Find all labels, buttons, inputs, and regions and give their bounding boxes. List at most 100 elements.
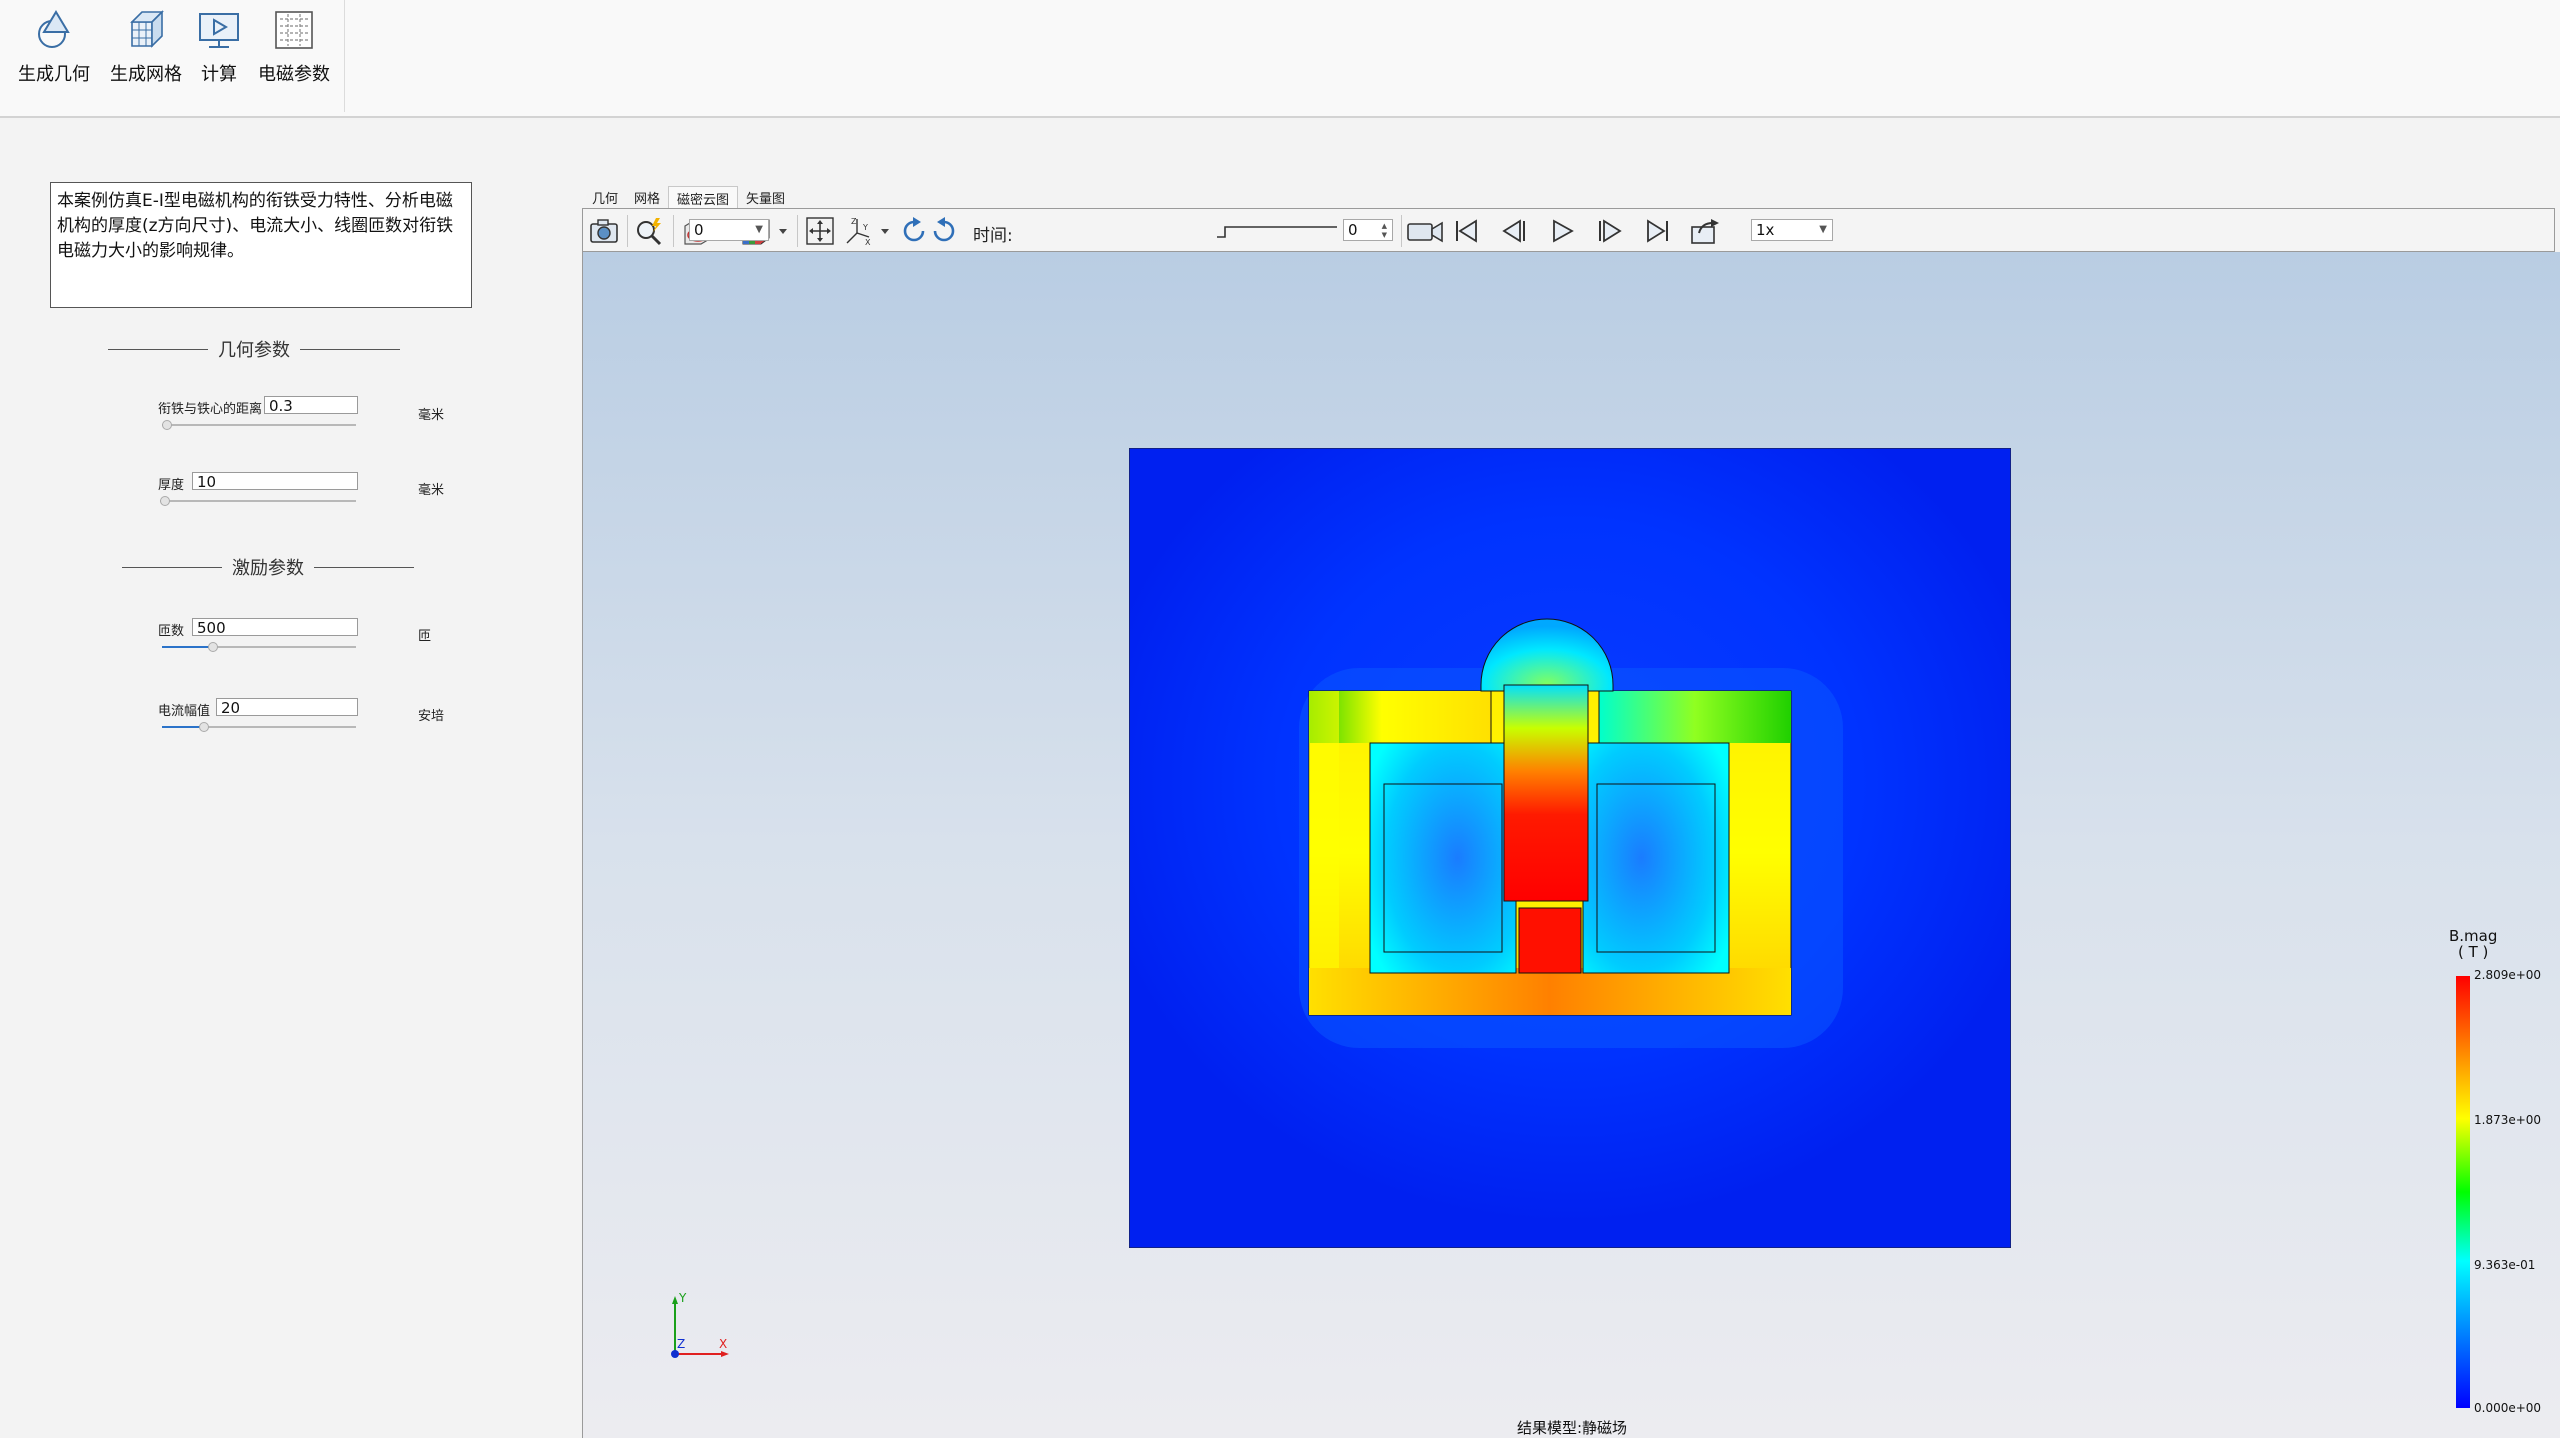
rotate-ccw-button[interactable]	[927, 215, 961, 247]
tab-mesh[interactable]: 网格	[626, 186, 668, 208]
compute-button[interactable]: 计算	[194, 8, 244, 98]
view-tabs: 几何 网格 磁密云图 矢量图	[584, 186, 793, 209]
parameter-panel: 本案例仿真E-I型电磁机构的衔铁受力特性、分析电磁机构的厚度(z方向尺寸)、电流…	[0, 118, 580, 1438]
slider-track	[162, 424, 356, 426]
generate-geometry-label: 生成几何	[18, 64, 90, 85]
tab-flux-density-contour[interactable]: 磁密云图	[668, 186, 739, 209]
ribbon-toolbar: 生成几何 生成网格 计算 电磁参数	[0, 0, 2560, 118]
gap-distance-slider[interactable]	[162, 420, 356, 430]
time-slider[interactable]	[1215, 215, 1339, 247]
rotate-clockwise-icon	[903, 217, 925, 242]
legend-tick-high: 1.873e+00	[2474, 1113, 2542, 1127]
thickness-unit: 毫米	[418, 483, 445, 498]
next-frame-button[interactable]	[1593, 215, 1627, 247]
view-orientation-dropdown[interactable]: Z Y X	[839, 215, 895, 247]
divider	[300, 348, 400, 350]
time-select[interactable]: 0 ▼	[689, 219, 769, 241]
generate-geometry-button[interactable]: 生成几何	[14, 8, 94, 98]
thickness-input[interactable]: 10	[192, 472, 358, 491]
svg-text:Z: Z	[851, 217, 857, 226]
current-amplitude-label: 电流幅值	[158, 704, 211, 719]
flux-density-contour-plot[interactable]	[1129, 448, 2011, 1248]
toolbar-separator	[1401, 215, 1402, 247]
video-camera-icon	[1407, 221, 1443, 243]
chevron-down-icon: ▼	[1819, 224, 1827, 235]
export-icon	[1691, 219, 1719, 244]
mesh-cube-icon	[130, 10, 164, 48]
step-back-icon	[1502, 219, 1525, 243]
divider	[122, 566, 222, 568]
fit-view-icon	[806, 217, 834, 245]
tab-vector-plot[interactable]: 矢量图	[738, 186, 793, 208]
camera-icon	[590, 219, 618, 243]
skip-to-start-icon	[1456, 219, 1477, 243]
legend-unit: ( T )	[2457, 943, 2489, 961]
thickness-label: 厚度	[158, 478, 185, 493]
screenshot-button[interactable]	[587, 215, 621, 247]
axis-y-label: Y	[678, 1292, 687, 1305]
case-description: 本案例仿真E-I型电磁机构的衔铁受力特性、分析电磁机构的厚度(z方向尺寸)、电流…	[50, 182, 472, 308]
playback-speed-select[interactable]: 1x ▼	[1751, 219, 1833, 241]
turns-label: 匝数	[158, 624, 185, 639]
legend-title: B.mag ( T )	[2449, 928, 2497, 960]
em-parameters-button[interactable]: 电磁参数	[254, 8, 334, 98]
fit-view-button[interactable]	[803, 215, 837, 247]
slider-thumb[interactable]	[208, 642, 218, 652]
generate-mesh-label: 生成网格	[110, 64, 182, 85]
xyz-axes-icon: Z Y X	[846, 217, 889, 247]
geometry-icon	[38, 10, 70, 48]
previous-frame-button[interactable]	[1497, 215, 1531, 247]
play-button[interactable]	[1545, 215, 1579, 247]
3d-viewport[interactable]: Y Z X B.mag ( T ) 2.809e+00 1.873e+00 9.…	[582, 252, 2560, 1438]
toolbar-separator	[673, 215, 674, 247]
export-button[interactable]	[1687, 215, 1723, 247]
step-slider-icon	[1217, 226, 1337, 238]
spin-arrows-icon: ▲ ▼	[1381, 222, 1387, 239]
turns-unit: 匝	[418, 629, 432, 644]
excitation-section-label: 激励参数	[232, 558, 304, 579]
last-frame-button[interactable]	[1641, 215, 1675, 247]
current-amplitude-slider[interactable]	[162, 722, 356, 732]
tab-geometry[interactable]: 几何	[584, 186, 626, 208]
divider	[108, 348, 208, 350]
turns-input[interactable]: 500	[192, 618, 358, 637]
first-frame-button[interactable]	[1449, 215, 1483, 247]
legend-tick-min: 0.000e+00	[2474, 1401, 2542, 1415]
color-legend-bar	[2456, 976, 2470, 1408]
step-forward-icon	[1599, 219, 1622, 243]
current-amplitude-unit: 安培	[418, 709, 445, 724]
gap-distance-label: 衔铁与铁心的距离	[158, 402, 263, 417]
rotate-cw-button[interactable]	[897, 215, 931, 247]
compute-monitor-icon	[199, 13, 239, 48]
axis-x-label: X	[719, 1337, 727, 1351]
svg-text:X: X	[865, 238, 871, 247]
svg-text:Y: Y	[862, 223, 868, 232]
legend-tick-low: 9.363e-01	[2474, 1258, 2536, 1272]
slider-track	[160, 500, 356, 502]
excitation-section-title: 激励参数	[122, 554, 414, 580]
record-video-button[interactable]	[1405, 215, 1445, 247]
ribbon-group: 生成几何 生成网格 计算 电磁参数	[0, 0, 345, 112]
slider-thumb[interactable]	[198, 722, 209, 732]
turns-slider[interactable]	[162, 642, 356, 652]
magnifier-lightning-icon	[637, 218, 662, 246]
slider-thumb[interactable]	[160, 496, 170, 506]
zoom-fit-button[interactable]	[633, 215, 667, 247]
generate-mesh-button[interactable]: 生成网格	[106, 8, 186, 98]
gap-distance-input[interactable]: 0.3	[264, 396, 358, 415]
axes-triad: Y Z X	[671, 1292, 729, 1358]
view-toolbar: Z Y X 时间: 0 ▼ 0 ▲ ▼ 1x ▼	[582, 208, 2555, 252]
geometry-section-label: 几何参数	[218, 340, 290, 361]
slider-thumb[interactable]	[162, 420, 172, 430]
rotate-counterclockwise-icon	[933, 217, 955, 242]
current-amplitude-input[interactable]: 20	[216, 698, 358, 717]
frame-spinbox[interactable]: 0 ▲ ▼	[1343, 219, 1393, 241]
toolbar-separator	[627, 215, 628, 247]
thickness-slider[interactable]	[160, 496, 356, 506]
toolbar-separator	[797, 215, 798, 247]
play-icon	[1553, 219, 1574, 243]
legend-tick-max: 2.809e+00	[2474, 968, 2542, 982]
time-label: 时间:	[973, 226, 1013, 246]
geometry-section-title: 几何参数	[108, 336, 400, 362]
em-parameters-label: 电磁参数	[258, 64, 330, 85]
